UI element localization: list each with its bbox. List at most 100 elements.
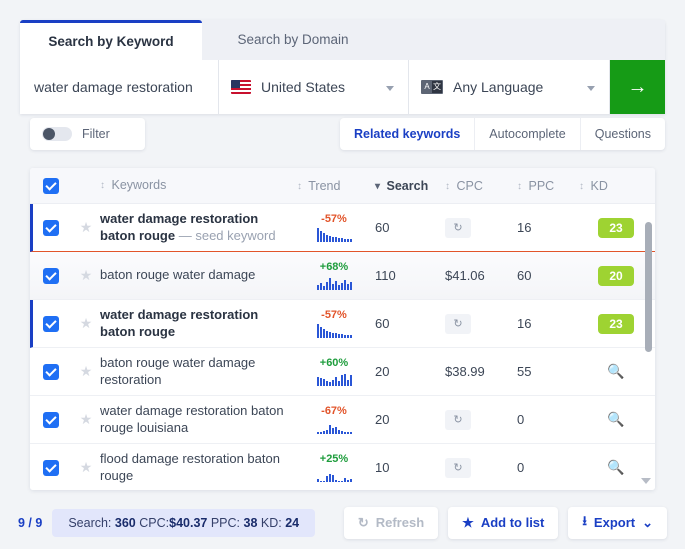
header-ppc[interactable]: ↕ PPC [517,179,577,193]
star-icon[interactable]: ★ [80,267,93,284]
row-trend: -57% [297,213,371,242]
language-select[interactable]: A文 Any Language [409,60,610,114]
trend-sparkline [297,274,371,290]
row-search-volume: 20 [375,364,390,379]
star-icon[interactable]: ★ [80,219,93,236]
header-trend[interactable]: ↕ Trend [297,179,371,193]
row-checkbox[interactable] [43,411,59,428]
search-icon[interactable]: 🔍 [607,459,624,475]
table-body: ★ water damage restoration baton rouge — … [30,204,655,490]
filter-label: Filter [82,127,110,141]
trend-sparkline [297,466,371,482]
row-checkbox[interactable] [43,219,59,236]
search-icon[interactable]: 🔍 [607,411,624,427]
row-star-cell: ★ [72,315,100,332]
refresh-button[interactable]: ↻ Refresh [343,506,439,539]
keyword-research-app: Search by Keyword Search by Domain water… [0,0,685,549]
row-checkbox[interactable] [43,267,59,284]
row-keyword: baton rouge water damage restoration [100,355,256,387]
header-keywords[interactable]: ↕ Keywords [72,178,297,194]
star-icon[interactable]: ★ [80,315,93,332]
kd-badge: 23 [598,217,634,238]
star-icon[interactable]: ★ [80,411,93,428]
footer-bar: 9 / 9 Search: 360 CPC:$40.37 PPC: 38 KD:… [0,496,685,549]
stats-search-value: 360 [114,515,136,530]
header-search[interactable]: ▾ Search [371,179,445,193]
row-ppc: 0 [517,412,525,427]
trend-sparkline [297,370,371,386]
row-ppc: 60 [517,268,532,283]
header-cpc[interactable]: ↕ CPC [445,179,517,193]
us-flag-icon [231,80,251,94]
row-checkbox[interactable] [43,363,59,380]
refresh-icon: ↻ [357,514,369,530]
trend-percent: +60% [319,357,349,369]
search-icon[interactable]: 🔍 [607,363,624,379]
search-submit-button[interactable]: → [610,60,665,114]
table-row[interactable]: ★ water damage restoration baton rouge lo… [30,396,655,444]
table-row[interactable]: ★ water damage restoration baton rouge -57… [30,300,655,348]
trend-percent: +68% [319,261,349,273]
row-cpc: ↻ [445,457,517,478]
row-cpc: ↻ [445,409,517,430]
star-icon: ★ [462,514,474,530]
select-all-checkbox[interactable] [43,177,59,194]
export-button[interactable]: ⭳ Export ⌄ [568,506,667,539]
row-trend: -67% [297,405,371,434]
row-trend: -57% [297,309,371,338]
scroll-down-arrow-icon[interactable] [641,478,651,484]
result-type-tabs: Related keywords Autocomplete Questions [339,118,665,150]
row-checkbox-cell [30,267,72,284]
table-row[interactable]: ★ water damage restoration baton rouge — … [30,204,655,252]
refresh-icon[interactable]: ↻ [445,313,471,334]
star-icon[interactable]: ★ [80,459,93,476]
tab-search-by-domain[interactable]: Search by Domain [202,20,384,60]
table-row[interactable]: ★ flood damage restoration baton rouge +25… [30,444,655,490]
tab-related-keywords[interactable]: Related keywords [340,118,476,150]
stats-kd-label: KD: [260,515,282,530]
keyword-input[interactable]: water damage restoration [20,60,219,114]
summary-stats: Search: 360 CPC:$40.37 PPC: 38 KD: 24 [52,508,316,537]
row-checkbox-cell [30,411,72,428]
header-cpc-label: CPC [456,178,483,193]
trend-percent: -67% [321,405,347,417]
sort-icon: ↕ [579,180,584,192]
filter-switch[interactable] [42,127,72,141]
stats-ppc-value: 38 [243,515,258,530]
filter-toggle[interactable]: Filter [30,118,145,150]
refresh-icon[interactable]: ↻ [445,457,471,478]
tab-questions[interactable]: Questions [581,118,665,150]
trend-percent: -57% [321,309,347,321]
table-row[interactable]: ★ baton rouge water damage restoration +60… [30,348,655,396]
chevron-down-icon: ⌄ [642,514,653,530]
row-kd: 20 [577,265,655,286]
star-icon[interactable]: ★ [80,363,93,380]
row-checkbox[interactable] [43,315,59,332]
row-search-volume: 60 [375,220,390,235]
header-kd[interactable]: ↕ KD [577,179,655,193]
row-keyword: baton rouge water damage [100,267,256,283]
sort-icon: ↕ [517,180,522,192]
refresh-icon[interactable]: ↻ [445,409,471,430]
row-kd: 23 [577,217,655,238]
refresh-icon[interactable]: ↻ [445,217,471,238]
sort-desc-icon: ▾ [375,180,381,192]
trend-sparkline [297,226,371,242]
country-select-value: United States [261,79,346,95]
sort-icon: ↕ [100,179,105,191]
row-search-volume: 110 [375,268,396,283]
row-checkbox[interactable] [43,459,59,476]
row-keyword: water damage restoration baton rouge lou… [100,403,284,435]
table-row[interactable]: ★ baton rouge water damage +68% 110 $41.06 60… [30,252,655,300]
row-checkbox-cell [30,363,72,380]
tab-autocomplete[interactable]: Autocomplete [475,118,581,150]
row-kd: 🔍 [577,411,655,428]
add-to-list-button[interactable]: ★ Add to list [448,506,559,539]
country-select[interactable]: United States [219,60,409,114]
tab-search-by-keyword[interactable]: Search by Keyword [20,20,202,60]
row-cpc: $41.06 [445,268,485,283]
row-trend: +25% [297,453,371,482]
kd-badge: 23 [598,313,634,334]
row-kd: 23 [577,313,655,334]
trend-percent: +25% [319,453,349,465]
